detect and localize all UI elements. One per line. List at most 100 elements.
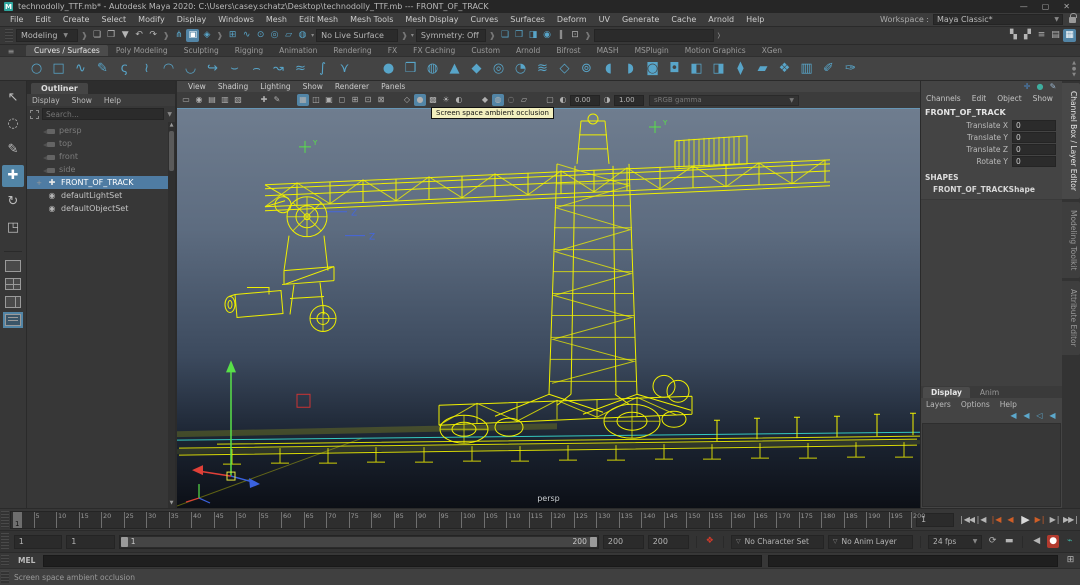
channel-value-field[interactable]: 0 bbox=[1012, 156, 1056, 167]
safe-action-icon[interactable]: ⊡ bbox=[362, 94, 374, 106]
play-forwards-button[interactable]: ▶ bbox=[1018, 513, 1032, 527]
rebuild-curve-icon[interactable]: ∫ bbox=[312, 58, 333, 79]
nurbs-sphere-icon[interactable]: ● bbox=[378, 58, 399, 79]
exposure-field[interactable]: 0.00 bbox=[570, 95, 600, 106]
drag-grip[interactable] bbox=[1, 533, 9, 550]
step-forward-key-button[interactable]: ▶❘ bbox=[1033, 513, 1047, 527]
extrude-icon[interactable]: ⊚ bbox=[576, 58, 597, 79]
shelf-tool-icon[interactable] bbox=[356, 58, 377, 79]
menu-item[interactable]: Edit bbox=[29, 15, 57, 24]
render-view-icon[interactable]: ❑ bbox=[499, 29, 512, 42]
chevron-down-icon[interactable]: ▼ bbox=[167, 111, 172, 118]
object-name[interactable]: FRONT_OF_TRACK bbox=[921, 106, 1062, 120]
minimize-button[interactable]: — bbox=[1020, 2, 1028, 11]
range-start-handle[interactable] bbox=[121, 537, 128, 547]
outliner-scrollbar[interactable]: ▲ ▼ bbox=[168, 122, 175, 508]
menu-item[interactable]: Select bbox=[95, 15, 132, 24]
channel-box-menu-item[interactable]: Object bbox=[992, 94, 1026, 106]
shelf-tab[interactable]: XGen bbox=[754, 45, 790, 56]
scroll-up-icon[interactable]: ▲ bbox=[168, 122, 175, 130]
viewport-icon[interactable] bbox=[531, 94, 543, 106]
project-curve-icon[interactable]: ▰ bbox=[752, 58, 773, 79]
revolve-icon[interactable]: ◔ bbox=[510, 58, 531, 79]
viewport-menu-item[interactable]: Lighting bbox=[255, 82, 295, 91]
surface-fillet-icon[interactable]: ❖ bbox=[774, 58, 795, 79]
birail-icon[interactable]: ◖ bbox=[598, 58, 619, 79]
nurbs-circle-icon[interactable]: ○ bbox=[26, 58, 47, 79]
viewport-menu-item[interactable]: Show bbox=[298, 82, 328, 91]
layout-outliner-persp-button[interactable] bbox=[5, 314, 21, 326]
menu-item[interactable]: UV bbox=[593, 15, 616, 24]
select-hierarchy-icon[interactable]: ⋔ bbox=[172, 29, 185, 42]
outliner-item[interactable]: front bbox=[27, 150, 175, 163]
rotate-tool-icon[interactable]: ↻ bbox=[2, 191, 24, 213]
layer-menu-item[interactable]: Layers bbox=[921, 400, 956, 409]
image-plane-icon[interactable]: ▧ bbox=[232, 94, 244, 106]
command-input[interactable] bbox=[43, 555, 762, 567]
outliner-item[interactable]: + ✚ FRONT_OF_TRACK bbox=[27, 176, 175, 189]
anti-alias-icon[interactable]: ▱ bbox=[518, 94, 530, 106]
channel-value-field[interactable]: 0 bbox=[1012, 144, 1056, 155]
colorspace-select[interactable]: sRGB gamma ▼ bbox=[649, 95, 799, 106]
snap-curve-icon[interactable]: ∿ bbox=[240, 29, 253, 42]
quick-rename-input[interactable] bbox=[594, 29, 714, 42]
open-scene-icon[interactable]: ❐ bbox=[105, 29, 118, 42]
channel-value-field[interactable]: 0 bbox=[1012, 132, 1056, 143]
toggle-tool-settings-icon[interactable]: ▤ bbox=[1049, 29, 1062, 42]
gamma-icon[interactable]: ◑ bbox=[601, 94, 613, 106]
film-gate-icon[interactable]: ◫ bbox=[310, 94, 322, 106]
step-forward-frame-button[interactable]: ▶❘ bbox=[1048, 513, 1062, 527]
freeform-fillet-icon[interactable]: ◘ bbox=[664, 58, 685, 79]
shelf-tab[interactable]: FX bbox=[380, 45, 405, 56]
layer-options-icon[interactable]: ◀ bbox=[1047, 410, 1058, 421]
menu-item[interactable]: Deform bbox=[551, 15, 593, 24]
bezier-curve-icon[interactable]: ς bbox=[114, 58, 135, 79]
boundary-icon[interactable]: ◗ bbox=[620, 58, 641, 79]
sphere-icon[interactable]: ● bbox=[1035, 82, 1045, 92]
playback-loop-icon[interactable]: ⟳ bbox=[986, 535, 999, 548]
select-object-icon[interactable]: ▣ bbox=[186, 29, 199, 42]
drag-grip[interactable] bbox=[5, 29, 13, 42]
scroll-down-icon[interactable]: ▼ bbox=[168, 500, 175, 508]
outliner-menu-item[interactable]: Help bbox=[99, 96, 126, 105]
make-live-icon[interactable]: ◍ bbox=[296, 29, 309, 42]
curve-snap-icon[interactable]: ⋎ bbox=[334, 58, 355, 79]
mel-label[interactable]: MEL bbox=[10, 556, 43, 565]
nurbs-cone-icon[interactable]: ▲ bbox=[444, 58, 465, 79]
layer-list[interactable] bbox=[922, 423, 1061, 507]
step-back-frame-button[interactable]: ❘◀ bbox=[973, 513, 987, 527]
layer-menu-item[interactable]: Help bbox=[995, 400, 1022, 409]
trim-tool-icon[interactable]: ◧ bbox=[686, 58, 707, 79]
menu-item[interactable]: Curves bbox=[464, 15, 504, 24]
go-to-end-button[interactable]: ▶▶❘ bbox=[1063, 513, 1077, 527]
menu-item[interactable]: Help bbox=[740, 15, 770, 24]
outliner-item[interactable]: ◉ defaultLightSet bbox=[27, 189, 175, 202]
menu-item[interactable]: Modify bbox=[132, 15, 171, 24]
viewport-icon[interactable] bbox=[466, 94, 478, 106]
exposure-icon[interactable]: ◐ bbox=[557, 94, 569, 106]
layout-four-pane-button[interactable] bbox=[5, 278, 21, 290]
layer-editor-tab[interactable]: Anim bbox=[972, 387, 1007, 398]
menu-item[interactable]: Cache bbox=[665, 15, 702, 24]
shelf-tab[interactable]: Rigging bbox=[227, 45, 271, 56]
toggle-channel-box-icon[interactable]: ▦ bbox=[1063, 29, 1076, 42]
side-tab[interactable]: Attribute Editor bbox=[1062, 281, 1080, 355]
circular-fillet-icon[interactable]: ◙ bbox=[642, 58, 663, 79]
wireframe-icon[interactable]: ◇ bbox=[401, 94, 413, 106]
viewport-menu-item[interactable]: Renderer bbox=[330, 82, 374, 91]
pencil-curve-icon[interactable]: ≀ bbox=[136, 58, 157, 79]
anim-layer-select[interactable]: ▽ No Anim Layer bbox=[828, 535, 913, 549]
snap-view-plane-icon[interactable]: ▱ bbox=[282, 29, 295, 42]
curve-fillet-icon[interactable]: ↪ bbox=[202, 58, 223, 79]
ep-curve-icon[interactable]: ✎ bbox=[92, 58, 113, 79]
shelf-tab[interactable]: Motion Graphics bbox=[677, 45, 754, 56]
channel-box-menu-item[interactable]: Edit bbox=[967, 94, 992, 106]
render-current-frame-icon[interactable]: ❒ bbox=[513, 29, 526, 42]
shelf-tab[interactable]: Animation bbox=[271, 45, 325, 56]
menu-item[interactable]: Display bbox=[171, 15, 213, 24]
toggle-character-controls-icon[interactable]: ▞ bbox=[1021, 29, 1034, 42]
nurbs-cube-icon[interactable]: ❒ bbox=[400, 58, 421, 79]
select-tool-icon[interactable]: ↖ bbox=[2, 87, 24, 109]
shelf-tab[interactable]: FX Caching bbox=[405, 45, 463, 56]
safe-title-icon[interactable]: ⊠ bbox=[375, 94, 387, 106]
